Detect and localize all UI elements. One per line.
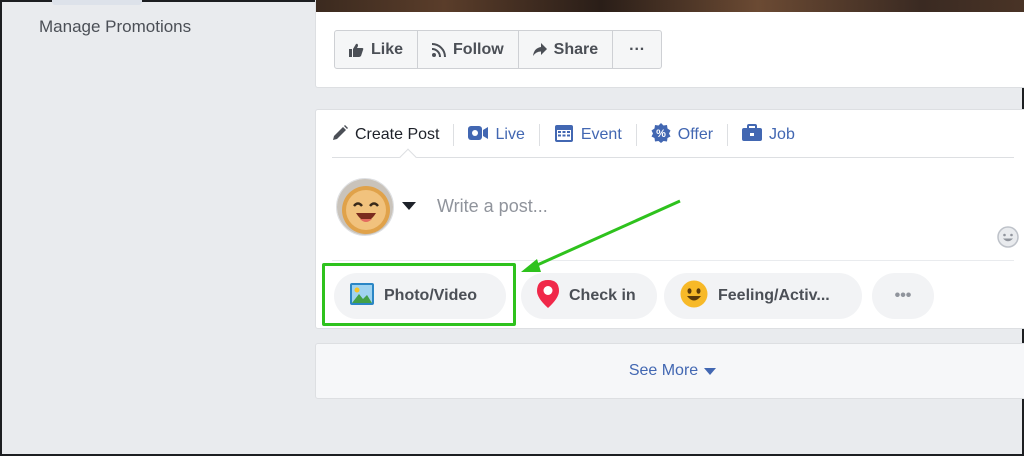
- nav-tab-edge: [52, 0, 142, 5]
- tab-event-label: Event: [580, 126, 622, 143]
- tab-live-label: Live: [495, 126, 525, 143]
- svg-text:%: %: [656, 128, 666, 140]
- share-arrow-icon: [532, 43, 547, 56]
- cover-photo: [316, 0, 1024, 12]
- composer-divider: [332, 260, 1014, 261]
- tab-live[interactable]: Live: [454, 124, 540, 146]
- composer-tabs: Create Post Live Event % Offer Job: [332, 122, 809, 148]
- tab-offer[interactable]: % Offer: [637, 122, 729, 148]
- more-options-button[interactable]: •••: [872, 273, 934, 319]
- tab-create-post[interactable]: Create Post: [332, 124, 455, 146]
- avatar[interactable]: [336, 178, 394, 236]
- tab-event[interactable]: Event: [540, 124, 637, 146]
- audience-dropdown-caret[interactable]: [402, 202, 416, 210]
- tab-offer-label: Offer: [677, 126, 714, 143]
- briefcase-icon: [742, 123, 763, 147]
- post-composer: Create Post Live Event % Offer Job Write…: [315, 109, 1024, 329]
- check-in-button[interactable]: Check in: [521, 273, 657, 319]
- live-video-icon: [468, 125, 489, 146]
- see-more-link[interactable]: See More: [628, 362, 717, 380]
- tab-create-post-label: Create Post: [355, 126, 440, 143]
- photo-video-button[interactable]: Photo/Video: [334, 273, 506, 319]
- see-more-label: See More: [628, 362, 699, 379]
- check-in-label: Check in: [569, 287, 636, 304]
- write-post-input[interactable]: [437, 192, 977, 220]
- page-action-bar: Like Follow Share ···: [334, 30, 663, 69]
- map-pin-icon: [537, 279, 559, 313]
- calendar-icon: [554, 123, 574, 148]
- like-label: Like: [371, 40, 404, 58]
- like-button[interactable]: Like: [335, 31, 419, 68]
- thumbs-up-icon: [349, 43, 364, 57]
- caret-down-icon: [704, 367, 717, 375]
- tab-job-label: Job: [769, 126, 795, 143]
- photo-icon: [350, 282, 374, 310]
- follow-button[interactable]: Follow: [418, 31, 519, 68]
- rss-feed-icon: [432, 42, 447, 57]
- feeling-activity-label: Feeling/Activ...: [718, 287, 830, 304]
- photo-video-label: Photo/Video: [384, 287, 478, 304]
- manage-promotions-link[interactable]: Manage Promotions: [39, 17, 191, 37]
- more-actions-button[interactable]: ···: [613, 31, 661, 68]
- tab-job[interactable]: Job: [728, 123, 809, 147]
- smiley-face-icon: [680, 280, 708, 313]
- see-more-card: See More: [315, 343, 1024, 399]
- share-label: Share: [553, 40, 599, 58]
- page-header-card: Like Follow Share ···: [315, 0, 1024, 88]
- left-navigation: Manage Promotions: [2, 0, 302, 454]
- pencil-icon: [332, 124, 348, 146]
- tabs-divider: [332, 157, 1014, 158]
- share-button[interactable]: Share: [519, 31, 614, 68]
- offer-percent-icon: %: [651, 122, 671, 148]
- feeling-activity-button[interactable]: Feeling/Activ...: [664, 273, 862, 319]
- active-tab-indicator: [399, 148, 417, 166]
- emoji-picker-icon[interactable]: [997, 226, 1019, 248]
- follow-label: Follow: [453, 40, 504, 58]
